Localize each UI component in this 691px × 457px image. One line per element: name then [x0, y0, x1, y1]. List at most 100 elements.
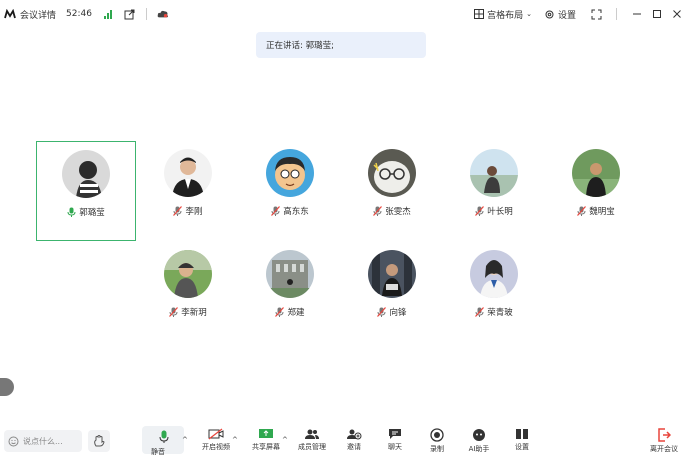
- mic-muted-icon: [173, 206, 183, 216]
- chat-input-placeholder: 说点什么...: [23, 436, 63, 446]
- grid-icon: [474, 9, 485, 19]
- mic-muted-icon: [475, 206, 485, 216]
- participant-name-row: 郭璐莹: [67, 206, 105, 218]
- mic-options-chevron-icon[interactable]: ^: [182, 436, 188, 444]
- side-panel-handle[interactable]: [0, 378, 14, 396]
- avatar: [266, 149, 314, 197]
- share-options-chevron-icon[interactable]: ^: [282, 436, 288, 444]
- mute-label: 静音: [151, 448, 165, 456]
- share-link-icon[interactable]: [124, 8, 136, 20]
- invite-button[interactable]: 邀请: [336, 428, 372, 454]
- close-icon[interactable]: [671, 8, 683, 20]
- minimize-icon[interactable]: [631, 8, 643, 20]
- mic-muted-icon: [169, 307, 179, 317]
- mic-on-icon: [159, 430, 169, 443]
- raise-hand-button[interactable]: [88, 430, 110, 452]
- ai-assistant-button[interactable]: AI助手: [461, 428, 497, 454]
- hand-icon: [94, 435, 105, 447]
- chat-input[interactable]: 说点什么...: [4, 430, 82, 452]
- participant-name: 荣青玻: [487, 308, 513, 318]
- avatar: [368, 149, 416, 197]
- participant-name: 向锋: [389, 308, 407, 318]
- video-label: 开启视频: [202, 443, 230, 451]
- members-button[interactable]: 成员管理: [294, 428, 330, 454]
- divider: [145, 8, 147, 20]
- invite-icon: [347, 429, 362, 440]
- avatar: [470, 149, 518, 197]
- ai-assistant-icon: [473, 429, 485, 441]
- avatar: [266, 250, 314, 298]
- participant-tile[interactable]: 荣青玻: [444, 242, 544, 342]
- meeting-details-button[interactable]: 会议详情: [20, 8, 56, 21]
- meeting-timer: 52:46: [66, 9, 92, 19]
- fullscreen-icon[interactable]: [590, 8, 602, 20]
- members-label: 成员管理: [298, 443, 326, 451]
- members-icon: [305, 429, 319, 439]
- mute-button[interactable]: 静音: [142, 426, 184, 456]
- participant-name-row: 张雯杰: [373, 205, 411, 217]
- participant-name-row: 叶长明: [475, 205, 513, 217]
- divider: [616, 8, 617, 20]
- cloud-icon[interactable]: [157, 8, 169, 20]
- participant-name-row: 郑建: [275, 306, 305, 318]
- settings-button[interactable]: 设置: [544, 8, 576, 21]
- grid-layout-label: 宫格布局: [487, 10, 524, 21]
- chat-label: 聊天: [388, 443, 402, 451]
- participant-tile[interactable]: 张雯杰: [342, 141, 442, 241]
- avatar: [572, 149, 620, 197]
- mic-muted-icon: [271, 206, 281, 216]
- mic-muted-icon: [475, 307, 485, 317]
- share-screen-label: 共享屏幕: [252, 443, 280, 451]
- participant-tile[interactable]: 向锋: [342, 242, 442, 342]
- active-speaker-text: 正在讲话: 郭璐莹;: [266, 41, 334, 51]
- participant-name-row: 高东东: [271, 205, 309, 217]
- participant-name: 李新玥: [181, 308, 207, 318]
- exit-icon: [658, 428, 671, 442]
- avatar: [164, 149, 212, 197]
- participant-name-row: 魏明宝: [577, 205, 615, 217]
- participant-tile[interactable]: 叶长明: [444, 141, 544, 241]
- record-button[interactable]: 录制: [419, 428, 455, 454]
- participant-name: 高东东: [283, 207, 309, 217]
- share-screen-button[interactable]: 共享屏幕: [248, 428, 284, 454]
- chat-button[interactable]: 聊天: [377, 428, 413, 454]
- signal-icon: [103, 9, 112, 19]
- gear-icon: [545, 10, 554, 18]
- mic-muted-icon: [275, 307, 285, 317]
- participant-tile[interactable]: 魏明宝: [546, 141, 646, 241]
- maximize-icon[interactable]: [651, 8, 663, 20]
- chevron-down-icon: ⌄: [526, 10, 532, 18]
- avatar: [62, 150, 110, 198]
- participant-name-row: 李刚: [173, 205, 203, 217]
- book-icon: [516, 429, 528, 439]
- more-label: 设置: [515, 443, 529, 451]
- participant-tile[interactable]: 郭璐莹: [36, 141, 136, 241]
- app-logo-icon: [4, 9, 16, 19]
- more-button[interactable]: 设置: [504, 428, 540, 454]
- participant-tile[interactable]: 高东东: [240, 141, 340, 241]
- participant-tile[interactable]: 郑建: [240, 242, 340, 342]
- avatar: [368, 250, 416, 298]
- mic-on-icon: [67, 207, 76, 217]
- share-screen-icon: [259, 429, 273, 438]
- bottom-toolbar: 说点什么... 静音 ^ 开启视频 ^ 共享屏幕 ^ 成员管理 邀请 聊天 录制…: [0, 422, 691, 456]
- avatar: [164, 250, 212, 298]
- title-bar: 会议详情 52:46 宫格布局 ⌄ 设置: [0, 0, 691, 28]
- record-label: 录制: [430, 445, 444, 453]
- mic-muted-icon: [373, 206, 383, 216]
- leave-meeting-label: 离开会议: [650, 445, 678, 453]
- video-options-chevron-icon[interactable]: ^: [232, 436, 238, 444]
- video-button[interactable]: 开启视频: [198, 428, 234, 454]
- participant-name: 李刚: [185, 207, 203, 217]
- participant-name-row: 李新玥: [169, 306, 207, 318]
- grid-layout-button[interactable]: 宫格布局 ⌄: [474, 8, 532, 21]
- participant-name-row: 向锋: [377, 306, 407, 318]
- participant-tile[interactable]: 李刚: [138, 141, 238, 241]
- record-icon: [430, 428, 444, 442]
- participant-name-row: 荣青玻: [475, 306, 513, 318]
- camera-off-icon: [208, 428, 224, 440]
- invite-label: 邀请: [347, 443, 361, 451]
- participant-tile[interactable]: 李新玥: [138, 242, 238, 342]
- leave-meeting-button[interactable]: 离开会议: [646, 428, 682, 454]
- settings-label: 设置: [557, 10, 576, 21]
